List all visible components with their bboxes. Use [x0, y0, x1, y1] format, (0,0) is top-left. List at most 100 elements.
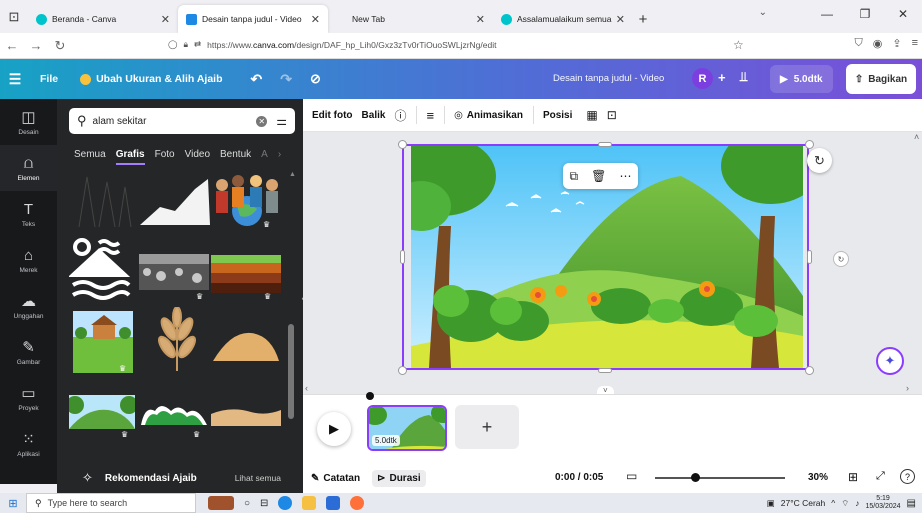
magic-assistant-icon[interactable]: ✦ [876, 347, 904, 375]
file-explorer-icon[interactable] [302, 496, 317, 510]
menu-icon[interactable]: ☰ [0, 71, 30, 88]
resize-handle-top-right[interactable] [805, 140, 814, 149]
resize-handle-bottom[interactable] [598, 368, 612, 373]
position-button[interactable]: Posisi [543, 110, 572, 121]
resize-handle-right[interactable] [807, 250, 812, 264]
transparency-icon[interactable]: ▦ [586, 108, 597, 122]
edit-photo-button[interactable]: Edit foto [312, 110, 353, 121]
duplicate-icon[interactable]: ⧉ [570, 169, 579, 184]
present-button[interactable]: ▶ 5.0dtk [770, 65, 833, 93]
graphic-green-bushes[interactable] [141, 399, 207, 427]
weather-text[interactable]: 27°C Cerah [781, 498, 826, 508]
restore-icon[interactable]: ❐ [846, 0, 884, 28]
animate-button[interactable]: ◎ Animasikan [454, 110, 523, 121]
notes-button[interactable]: ✎ Catatan [311, 473, 360, 484]
chevron-right-icon[interactable]: › [278, 149, 281, 165]
browser-tab-beranda[interactable]: Beranda - Canva ✕ [28, 5, 178, 33]
resize-handle-bottom-right[interactable] [805, 366, 814, 375]
close-tab-icon[interactable]: ✕ [616, 13, 625, 26]
rail-item-aplikasi[interactable]: ⁙ Aplikasi [0, 421, 57, 467]
notifications-icon[interactable]: ▤ [907, 498, 916, 509]
panel-scrollbar[interactable] [288, 324, 294, 419]
rail-item-teks[interactable]: T Teks [0, 191, 57, 237]
tab-grafis[interactable]: Grafis [115, 149, 145, 165]
edge-icon[interactable] [278, 496, 293, 510]
graphic-tree-sketch[interactable] [69, 172, 134, 227]
close-window-icon[interactable]: ✕ [884, 0, 922, 28]
tab-video[interactable]: Video [185, 149, 210, 165]
close-tab-icon[interactable]: ✕ [161, 13, 170, 26]
zoom-slider-track[interactable] [655, 477, 785, 479]
scroll-left-icon[interactable]: ‹ [305, 383, 308, 393]
tab-more[interactable]: A [261, 149, 268, 165]
rotate-page-icon[interactable]: ↻ [807, 148, 832, 173]
clear-icon[interactable]: ✕ [256, 115, 268, 127]
game-app-icon[interactable] [208, 496, 234, 510]
insights-icon[interactable]: ⫫ [740, 69, 747, 85]
scroll-right-icon[interactable]: › [906, 383, 909, 393]
filter-icon[interactable]: ⚌ [276, 114, 287, 128]
minimize-icon[interactable]: — [808, 0, 846, 28]
rail-item-proyek[interactable]: ▭ Proyek [0, 375, 57, 421]
forward-icon[interactable]: → [24, 38, 48, 53]
tray-chevron-icon[interactable]: ^ [831, 498, 835, 508]
text-spacing-icon[interactable]: ≡ [426, 108, 434, 123]
resize-handle-left[interactable] [400, 250, 405, 264]
avatar[interactable]: R [692, 68, 713, 89]
graphic-rock-strip[interactable] [139, 254, 209, 290]
magic-recommendations-bar[interactable]: ✧ Rekomendasi Ajaib Lihat semua [57, 463, 303, 493]
windows-start-icon[interactable]: ⊞ [0, 497, 26, 510]
help-icon[interactable]: ? [900, 469, 915, 484]
taskbar-search[interactable]: ⚲ Type here to search [26, 493, 196, 513]
add-page-button[interactable]: + [455, 405, 519, 449]
graphic-sand-mound[interactable] [211, 327, 281, 363]
scroll-up-icon[interactable]: ˄ [914, 132, 919, 142]
more-icon[interactable]: ⋯ [619, 169, 631, 183]
resize-handle-top[interactable] [598, 142, 612, 147]
browser-tab-newtab[interactable]: New Tab ✕ [328, 5, 493, 33]
rail-item-desain[interactable]: ◫ Desain [0, 99, 57, 145]
delete-icon[interactable]: 🗑︎ [591, 169, 606, 183]
rotate-handle-icon[interactable]: ↻ [833, 251, 849, 267]
fullscreen-icon[interactable]: ⤢ [876, 470, 885, 483]
rail-item-elemen[interactable]: ⩍ Elemen [0, 145, 57, 191]
menu-icon[interactable]: ≡ [912, 37, 918, 50]
bookmark-star-icon[interactable]: ☆ [733, 38, 744, 52]
grid-view-icon[interactable]: ⊞ [848, 470, 858, 484]
network-icon[interactable]: ⌔ [841, 498, 849, 509]
resize-magic-switch-button[interactable]: Ubah Ukuran & Alih Ajaib [80, 73, 223, 85]
firefox-icon[interactable] [350, 496, 365, 510]
duration-button[interactable]: ⊳ Durasi [372, 469, 426, 487]
invite-plus-icon[interactable]: + [718, 70, 726, 85]
scroll-up-icon[interactable]: ▲ [289, 171, 296, 178]
undo-icon[interactable]: ↶ [251, 71, 263, 88]
lock-icon[interactable]: ⊡ [607, 108, 617, 122]
tab-foto[interactable]: Foto [155, 149, 175, 165]
graphic-white-hill[interactable] [140, 177, 210, 227]
tab-actions-icon[interactable]: ⊡ [0, 0, 28, 33]
file-menu[interactable]: File [40, 73, 58, 85]
share-icon[interactable]: ⇪ [892, 37, 901, 50]
graphic-nature-icon[interactable] [69, 237, 131, 303]
info-icon[interactable]: ⓘ [394, 107, 406, 124]
url-field[interactable]: ◯ 🔒︎ ⇄ https://www.canva.com/design/DAF_… [168, 39, 496, 50]
list-tabs-icon[interactable]: ⌄ [759, 7, 767, 18]
page-notes-icon[interactable]: ▭ [626, 469, 637, 483]
store-icon[interactable] [326, 496, 341, 510]
rail-item-merek[interactable]: ⌂ Merek [0, 237, 57, 283]
redo-icon[interactable]: ↷ [280, 71, 292, 88]
document-title[interactable]: Desain tanpa judul - Video [553, 73, 664, 84]
graphic-soil-layers[interactable] [211, 255, 281, 293]
browser-tab-assalamualaikum[interactable]: Assalamualaikum semua Salam ✕ [493, 5, 633, 33]
account-icon[interactable]: ◉ [873, 37, 883, 50]
zoom-slider-knob[interactable] [691, 473, 700, 482]
reload-icon[interactable]: ↻ [48, 38, 72, 54]
save-status-icon[interactable]: ⊘ [310, 71, 321, 87]
graphic-dry-leaf[interactable] [147, 307, 207, 373]
graphic-sand-strip[interactable] [211, 404, 281, 426]
volume-icon[interactable]: ♪ [855, 498, 859, 508]
tab-bentuk[interactable]: Bentuk [220, 149, 251, 165]
new-tab-button[interactable]: + [633, 5, 653, 33]
graphic-forest-scene[interactable] [69, 395, 135, 429]
flip-button[interactable]: Balik [362, 110, 386, 121]
